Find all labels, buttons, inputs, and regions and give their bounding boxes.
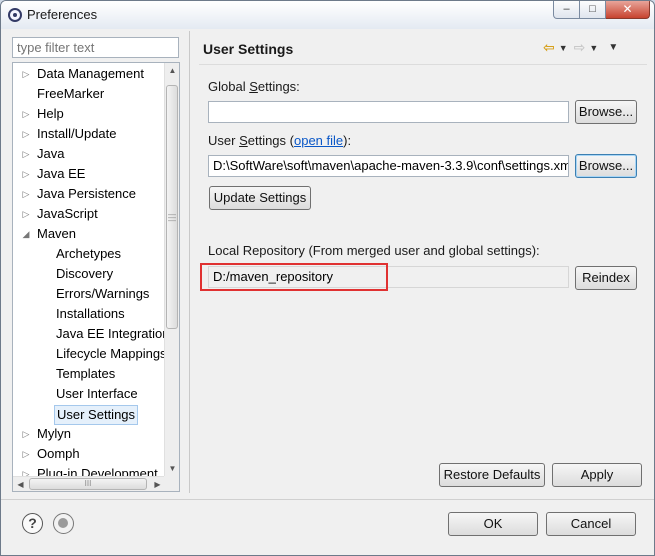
tree-vertical-scrollbar[interactable]: ▲ — — — ▼ [164,63,179,477]
help-icon[interactable]: ? [22,513,43,534]
ok-button[interactable]: OK [448,512,538,536]
collapsed-twisty-icon[interactable]: ▷ [21,204,31,224]
record-macro-icon[interactable] [53,513,74,534]
tree-horizontal-scrollbar[interactable]: ◀ III ▶ [13,476,165,491]
tree-item[interactable]: Errors/Warnings [13,284,165,304]
tree-item-label: Mylyn [37,426,71,441]
global-settings-field[interactable] [208,101,569,123]
tree-item-label: FreeMarker [37,86,105,101]
restore-defaults-button[interactable]: Restore Defaults [439,463,545,487]
cancel-button[interactable]: Cancel [546,512,636,536]
scroll-right-arrow-icon[interactable]: ▶ [150,477,165,491]
reindex-button[interactable]: Reindex [575,266,637,290]
tree-item[interactable]: Installations [13,304,165,324]
tree-item[interactable]: ▷ Oomph [13,444,165,464]
tree-item-label: Installations [56,306,125,321]
preferences-window: Preferences – □ ✕ ▷ Data Management FreeMa… [0,0,655,556]
footer-separator [1,499,654,500]
scroll-left-arrow-icon[interactable]: ◀ [13,477,28,491]
tree-item-label: Archetypes [56,246,122,261]
tree-item-label: Java EE Integration [56,326,170,341]
back-arrow-icon[interactable]: ⇦ [543,39,555,56]
tree-item[interactable]: ▷ Help [13,104,165,124]
tree-item[interactable]: ▷ Java Persistence [13,184,165,204]
user-browse-button[interactable]: Browse... [575,154,637,178]
close-button[interactable]: ✕ [606,1,650,19]
tree-item[interactable]: User Settings [13,404,165,425]
tree-item[interactable]: ▷ Mylyn [13,424,165,444]
tree-item-label: User Interface [56,386,138,401]
tree-item[interactable]: ◢ Maven [13,224,165,244]
tree-item-label: Discovery [56,266,114,281]
tree-item-label: Java Persistence [37,186,136,201]
tree-item[interactable]: ▷ Java EE [13,164,165,184]
scroll-grip-icon: — — — [168,210,176,225]
collapsed-twisty-icon[interactable]: ▷ [21,164,31,184]
back-history-dropdown-icon[interactable]: ▼ [559,43,568,53]
view-menu-icon[interactable]: ▼ [608,42,618,53]
user-settings-label: User Settings (open file): [208,133,352,148]
collapsed-twisty-icon[interactable]: ▷ [21,184,31,204]
tree-item[interactable]: ▷ Data Management [13,64,165,84]
tree-item[interactable]: Java EE Integration [13,324,169,344]
tree-item-label: Help [37,106,64,121]
tree-item-label: JavaScript [37,206,98,221]
tree-item-label: Oomph [37,446,80,461]
tree-item-label: Lifecycle Mappings [56,346,167,361]
open-file-link[interactable]: open file [294,133,343,148]
scroll-up-arrow-icon[interactable]: ▲ [165,63,179,78]
tree-item-label: User Settings [54,405,139,425]
tree-item[interactable]: FreeMarker [13,84,165,104]
collapsed-twisty-icon[interactable]: ▷ [21,64,31,84]
vertical-scroll-thumb[interactable] [166,85,178,329]
tree-item[interactable]: ▷ JavaScript [13,204,165,224]
tree-item-label: Data Management [37,66,144,81]
tree-item-label: Java [37,146,65,161]
page-navigation: ⇦ ▼ ⇨ ▼ ▼ [543,39,618,56]
scroll-corner [164,476,179,491]
collapsed-twisty-icon[interactable]: ▷ [21,144,31,164]
preferences-tree[interactable]: ▷ Data Management FreeMarker ▷ Help ▷ Install/… [12,62,180,492]
tree-item-label: Install/Update [37,126,117,141]
scroll-down-arrow-icon[interactable]: ▼ [165,461,179,476]
tree-item-label: Java EE [37,166,86,181]
tree-item[interactable]: Archetypes [13,244,165,264]
maximize-button[interactable]: □ [580,1,606,19]
user-settings-field[interactable]: D:\SoftWare\soft\maven\apache-maven-3.3.… [208,155,569,177]
tree-item[interactable]: Discovery [13,264,165,284]
collapsed-twisty-icon[interactable]: ▷ [21,124,31,144]
filter-input[interactable] [12,37,179,58]
tree-item[interactable]: ▷ Install/Update [13,124,165,144]
pane-sash[interactable] [189,31,190,493]
title-bar[interactable]: Preferences – □ ✕ [1,1,654,29]
local-repository-label: Local Repository (From merged user and g… [208,243,540,258]
tree-item[interactable]: Lifecycle Mappings [13,344,167,364]
expanded-twisty-icon[interactable]: ◢ [21,224,31,244]
page-title: User Settings [203,41,294,57]
tree-item-label: Maven [37,226,77,241]
apply-button[interactable]: Apply [552,463,642,487]
tree-item[interactable]: Templates [13,364,165,384]
update-settings-button[interactable]: Update Settings [209,186,311,210]
collapsed-twisty-icon[interactable]: ▷ [21,104,31,124]
minimize-button[interactable]: – [553,1,580,19]
collapsed-twisty-icon[interactable]: ▷ [21,444,31,464]
collapsed-twisty-icon[interactable]: ▷ [21,424,31,444]
horizontal-scroll-thumb[interactable]: III [29,478,147,490]
tree-item-label: Templates [56,366,116,381]
tree-item[interactable]: ▷ Java [13,144,165,164]
forward-history-dropdown-icon[interactable]: ▼ [589,43,598,53]
forward-arrow-icon[interactable]: ⇨ [574,39,586,56]
tree-item-label: Errors/Warnings [56,286,150,301]
window-controls: – □ ✕ [553,1,650,19]
title-separator [199,64,647,65]
tree-item[interactable]: User Interface [13,384,165,404]
highlight-annotation-box [200,263,388,291]
window-title: Preferences [27,7,98,22]
global-browse-button[interactable]: Browse... [575,100,637,124]
eclipse-app-icon [8,8,22,22]
global-settings-label: Global Settings: [208,79,300,94]
